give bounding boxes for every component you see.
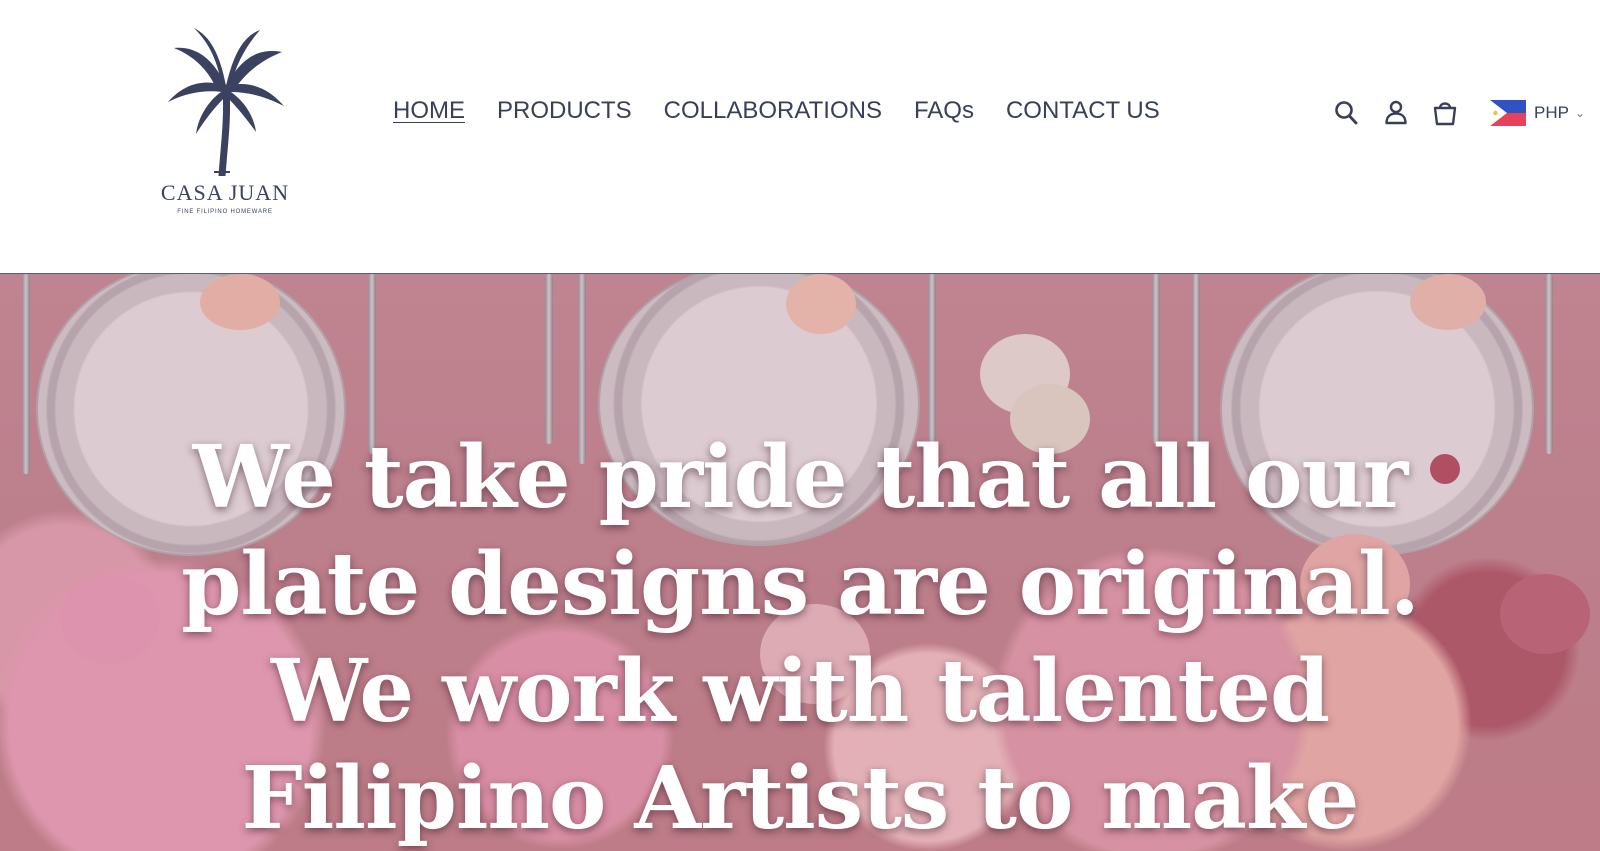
currency-code: PHP [1534,103,1569,122]
hero-line: We work with talented [270,641,1330,742]
palm-tree-icon [168,28,284,176]
brand-name: CASA JUAN [160,180,290,205]
brand-logo[interactable]: CASA JUAN FINE FILIPINO HOMEWARE [150,22,300,222]
account-icon [1385,100,1407,125]
nav-item-contact-us[interactable]: CONTACT US [1006,96,1160,126]
currency-selector[interactable]: PHP ⌄ [1490,98,1585,128]
nav-item-products[interactable]: PRODUCTS [497,96,632,126]
hero-line: plate designs are original. [181,534,1420,635]
hero-banner: We take pride that all our plate designs… [0,274,1600,851]
main-nav: HOME PRODUCTS COLLABORATIONS FAQs CONTAC… [393,96,1192,126]
chevron-down-icon: ⌄ [1574,106,1586,120]
hero-line: We take pride that all our [192,427,1409,528]
cart-icon [1433,102,1457,126]
site-header: CASA JUAN FINE FILIPINO HOMEWARE HOME PR… [0,0,1600,274]
cart-button[interactable] [1431,98,1459,128]
search-icon [1335,101,1358,125]
philippines-flag-icon [1490,100,1526,126]
hero-line: Filipino Artists to make [241,748,1360,849]
nav-item-collaborations[interactable]: COLLABORATIONS [664,96,882,126]
nav-item-faqs[interactable]: FAQs [914,96,974,126]
search-button[interactable] [1333,98,1361,128]
hero-heading: We take pride that all our plate designs… [100,424,1500,851]
account-button[interactable] [1382,98,1410,128]
nav-item-home[interactable]: HOME [393,96,465,126]
brand-tagline: FINE FILIPINO HOMEWARE [177,209,273,215]
